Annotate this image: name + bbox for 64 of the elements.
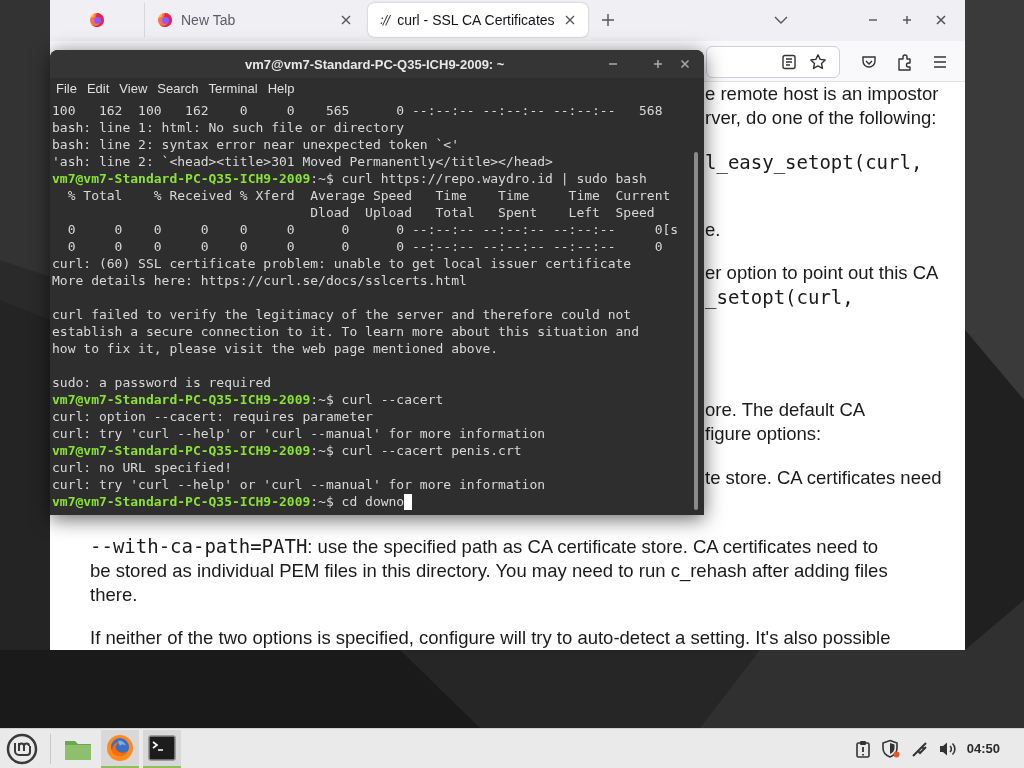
taskbar-app[interactable]: [143, 729, 181, 768]
terminal-line: how to fix it, please visit the web page mentioned above.: [52, 340, 500, 357]
text: e.: [705, 218, 722, 242]
terminal-line: 100 162 100 162 0 0 565 0 --:--:-- --:--:-- --:--:-- 568: [52, 102, 664, 119]
prompt-line: vm7@vm7-Standard-PC-Q35-ICH9-2009:~$ curl --cacert penis.crt: [52, 442, 523, 459]
prompt-line: vm7@vm7-Standard-PC-Q35-ICH9-2009:~$ curl --cacert: [52, 391, 445, 408]
terminal-line: bash: line 2: syntax error near unexpected token `<': [52, 136, 460, 153]
text: te store. CA certificates need: [705, 466, 943, 490]
terminal-line: establish a secure connection to it. To learn more about this situation and: [52, 323, 640, 340]
text: rver, do one of the following:: [705, 106, 938, 130]
tab[interactable]: :// curl - SSL CA Certificates: [368, 3, 588, 38]
paragraph: --with-ca-path=PATH: use the specified path as CA certificate store. CA certificates need to be stored as individual PEM files in this directory. You may need to run c_rehash after adding files there.: [89, 534, 889, 607]
terminal-line: sudo: a password is required: [52, 374, 273, 391]
prompt-line: vm7@vm7-Standard-PC-Q35-ICH9-2009:~$ cd downo: [52, 493, 704, 510]
pocket-icon[interactable]: [861, 53, 877, 70]
terminal-line: 0 0 0 0 0 0 0 0 --:--:-- --:--:-- --:--:-- 0[s: [66, 221, 680, 238]
star-icon[interactable]: [809, 52, 827, 71]
code-text: l_easy_setopt(curl,: [705, 150, 924, 174]
code-text: _setopt(curl,: [705, 285, 855, 309]
text: ore. The default CA: [705, 398, 867, 422]
terminal-line: Dload Upload Total Spent Left Speed: [309, 204, 656, 221]
menu-item[interactable]: Edit: [82, 79, 114, 99]
favicon-icon: ://: [380, 11, 390, 30]
text: e remote host is an impostor: [705, 82, 940, 106]
close-icon[interactable]: [340, 14, 352, 27]
menu-logo-icon[interactable]: [6, 732, 38, 765]
window-title: vm7@vm7-Standard-PC-Q35-ICH9-2009: ~: [245, 56, 505, 74]
url-field[interactable]: [706, 45, 840, 78]
text: er option to point out this CA: [705, 261, 940, 285]
menu-item[interactable]: Help: [263, 79, 299, 99]
close-icon[interactable]: [679, 58, 691, 70]
terminal-line: 'ash: line 2: `<head><title>301 Moved Permanently</title></head>: [52, 153, 554, 170]
reader-view-icon[interactable]: [781, 53, 797, 70]
maximize-icon[interactable]: [901, 14, 913, 27]
menu-icon[interactable]: [932, 53, 948, 70]
terminal-line: 0 0 0 0 0 0 0 0 --:--:-- --:--:-- --:--:-- 0: [66, 238, 664, 255]
menu-item[interactable]: File: [52, 79, 81, 99]
close-icon[interactable]: [564, 14, 576, 27]
terminal-line: curl: option --cacert: requires parameter: [52, 408, 374, 425]
firefox-icon[interactable]: [89, 12, 105, 29]
terminal-line: curl failed to verify the legitimacy of the server and therefore could not: [52, 306, 633, 323]
terminal-line: More details here: https://curl.se/docs/sslcerts.html: [52, 272, 468, 289]
prompt-line: vm7@vm7-Standard-PC-Q35-ICH9-2009:~$ curl https://repo.waydro.id | sudo bash: [52, 170, 648, 187]
menu-item[interactable]: View: [115, 79, 152, 99]
menu-item[interactable]: Search: [153, 79, 203, 99]
clock[interactable]: 04:50: [966, 738, 1000, 759]
terminal-line: % Total % Received % Xferd Average Speed Time Time Time Current: [66, 187, 672, 204]
text: figure options:: [705, 422, 823, 446]
firefox-icon[interactable]: [157, 12, 173, 29]
close-icon[interactable]: [935, 14, 947, 27]
scrollbar[interactable]: [694, 152, 698, 510]
extensions-icon[interactable]: [896, 52, 914, 71]
terminal-line: curl: (60) SSL certificate problem: unable to get local issuer certificate: [52, 255, 633, 272]
clipboard-icon[interactable]: [854, 739, 871, 758]
new-tab-icon[interactable]: [600, 12, 616, 29]
terminal-line: curl: try 'curl --help' or 'curl --manual' for more information: [52, 425, 547, 442]
paragraph: If neither of the two options is specified, configure will try to auto-detect a setting. It's also possible: [89, 626, 892, 650]
terminal-line: curl: no URL specified!: [52, 459, 233, 476]
shield-icon[interactable]: [880, 738, 901, 759]
menu-item[interactable]: Terminal: [204, 79, 262, 99]
maximize-icon[interactable]: [652, 58, 664, 70]
terminal-line: bash: line 1: html: No such file or directory: [52, 119, 406, 136]
terminal-line: curl: try 'curl --help' or 'curl --manual' for more information: [52, 476, 547, 493]
tab[interactable]: New Tab: [144, 3, 364, 38]
